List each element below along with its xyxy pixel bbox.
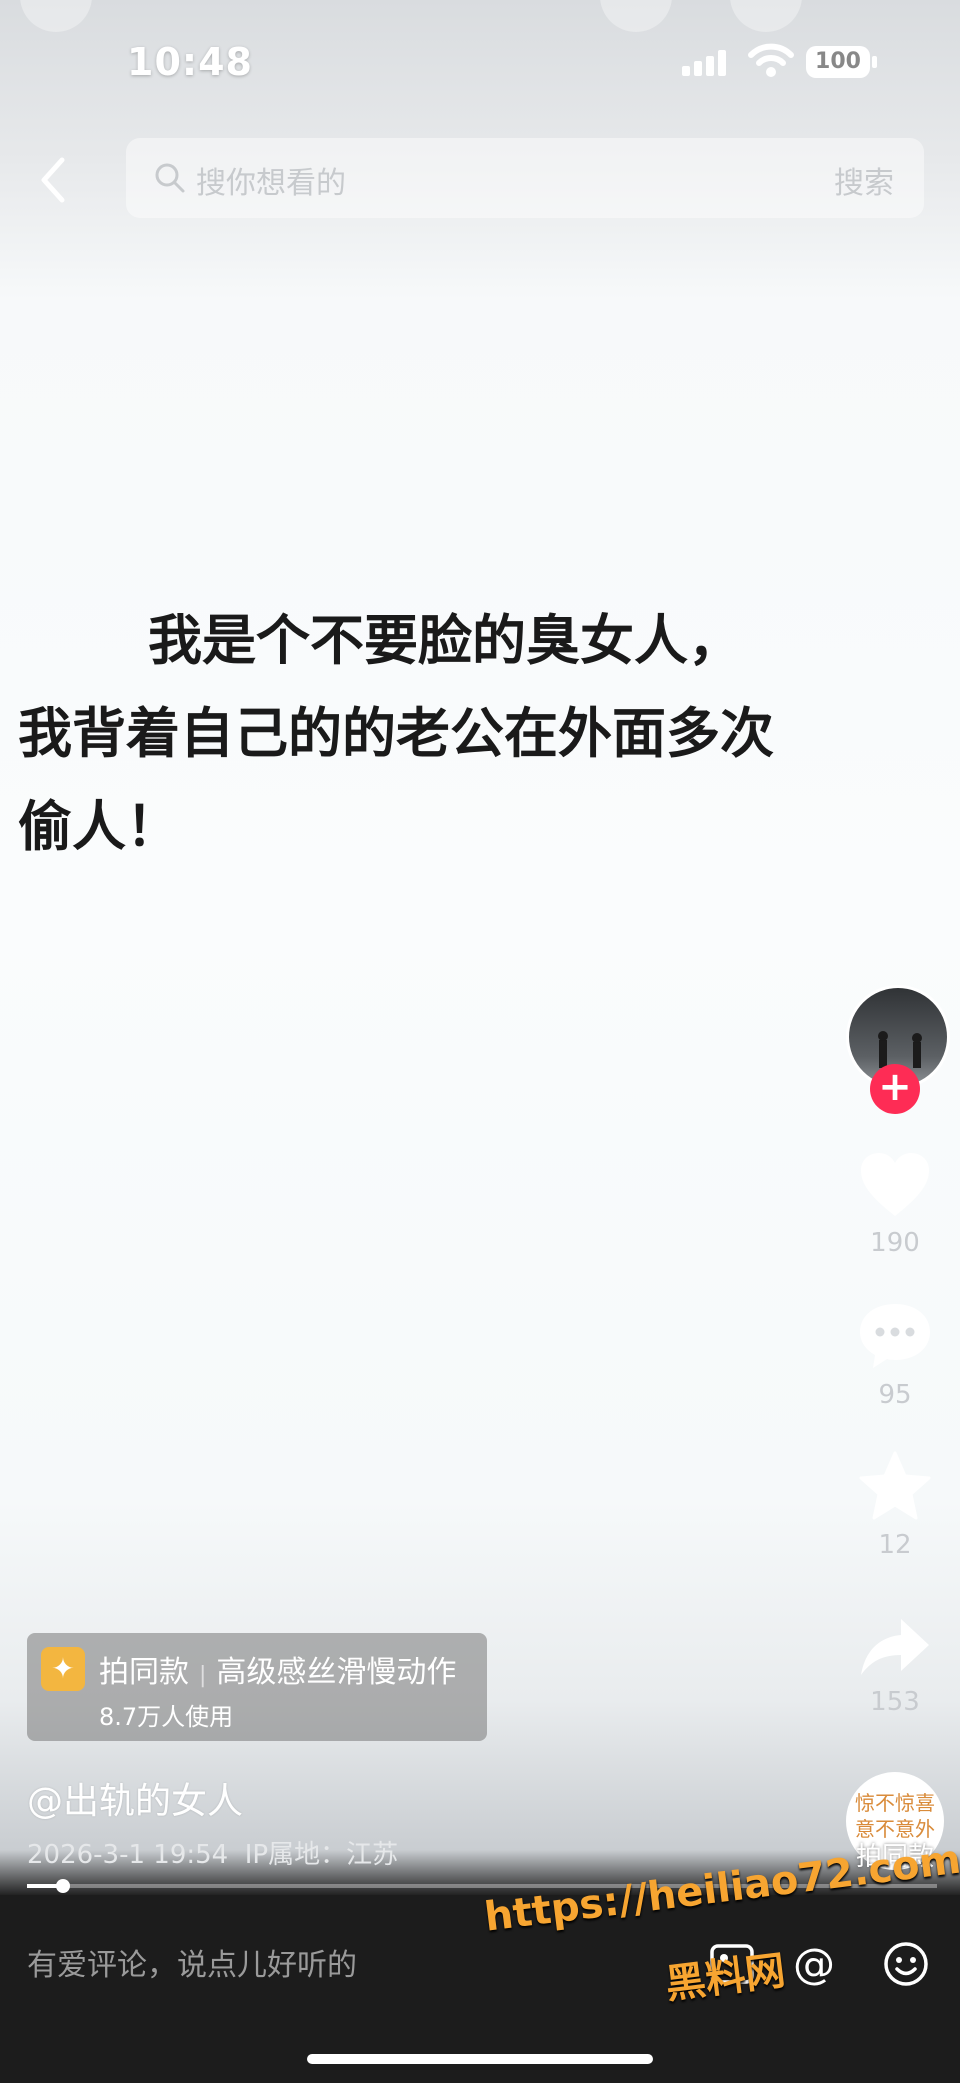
heart-icon — [861, 1153, 929, 1216]
search-icon — [155, 163, 185, 193]
comment-button[interactable]: 95 — [850, 1300, 940, 1410]
back-arrow-icon[interactable] — [30, 150, 80, 210]
emoji-icon[interactable] — [882, 1940, 930, 1988]
search-bar[interactable]: 搜你想看的 搜索 — [126, 138, 924, 218]
share-arrow-icon — [861, 1619, 929, 1675]
follow-button[interactable]: + — [870, 1064, 920, 1114]
svg-text:@: @ — [793, 1940, 835, 1988]
share-button[interactable]: 153 — [850, 1615, 940, 1717]
status-time: 10:48 — [127, 40, 253, 84]
like-count: 190 — [870, 1228, 920, 1258]
template-usage: 8.7万人使用 — [99, 1703, 234, 1731]
author-name[interactable]: @出轨的女人 — [27, 1772, 243, 1824]
search-placeholder: 搜你想看的 — [196, 166, 346, 201]
like-button[interactable]: 190 — [850, 1150, 940, 1258]
battery-tip — [872, 56, 877, 68]
template-title: 拍同款 | 高级感丝滑慢动作 — [99, 1647, 456, 1691]
search-button[interactable]: 搜索 — [834, 158, 894, 202]
comment-count: 95 — [878, 1380, 912, 1410]
favorite-count: 12 — [878, 1530, 912, 1560]
caption-line: 偷人！ — [18, 795, 180, 858]
home-indicator[interactable] — [307, 2054, 653, 2064]
favorite-button[interactable]: 12 — [850, 1450, 940, 1560]
top-button-ghost — [20, 0, 92, 32]
video-caption: 我是个不要脸的臭女人， 我背着自己的的老公在外面多次 偷人！ — [18, 594, 958, 873]
status-bar: 10:48 100 — [0, 0, 960, 130]
template-card[interactable]: ✦ 拍同款 | 高级感丝滑慢动作 8.7万人使用 — [27, 1633, 487, 1741]
template-separator: | — [199, 1663, 207, 1688]
video-background[interactable] — [0, 0, 960, 2083]
caption-line: 我是个不要脸的臭女人， — [148, 609, 742, 672]
top-button-ghost — [600, 0, 672, 32]
template-name: 高级感丝滑慢动作 — [216, 1655, 457, 1690]
comment-bubble-icon — [860, 1304, 930, 1368]
comment-input[interactable]: 有爱评论，说点儿好听的 — [27, 1940, 357, 1984]
star-icon — [859, 1451, 931, 1520]
template-label: 拍同款 — [99, 1655, 189, 1690]
mention-icon[interactable]: @ — [790, 1940, 838, 1988]
video-meta: 2026-3-1 19:54 IP属地：江苏 — [27, 1834, 398, 1871]
top-button-ghost — [730, 0, 802, 32]
sparkle-icon: ✦ — [41, 1647, 85, 1691]
post-date: 2026-3-1 19:54 — [27, 1840, 229, 1870]
shoot-same-art: 惊不惊喜 意不意外 — [855, 1791, 935, 1841]
battery-indicator: 100 — [806, 46, 870, 78]
ip-location: IP属地：江苏 — [244, 1840, 399, 1870]
share-count: 153 — [870, 1687, 920, 1717]
wifi-icon — [748, 43, 794, 77]
caption-line: 我背着自己的的老公在外面多次 — [18, 702, 774, 765]
signal-icon — [682, 50, 726, 76]
